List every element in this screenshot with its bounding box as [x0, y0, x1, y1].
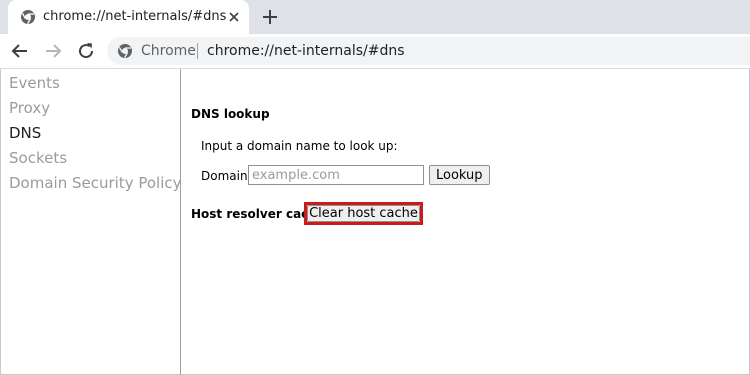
address-bar[interactable]: Chrome chrome://net-internals/#dns — [107, 37, 750, 65]
omnibox-divider — [197, 43, 198, 59]
sidebar: Events Proxy DNS Sockets Domain Security… — [0, 69, 182, 375]
domain-label: Domain: — [201, 169, 252, 183]
reload-icon[interactable] — [74, 39, 98, 63]
tab-active[interactable]: chrome://net-internals/#dns — [8, 0, 249, 34]
plus-icon[interactable] — [258, 5, 282, 29]
back-arrow-icon[interactable] — [8, 39, 32, 63]
dns-lookup-title: DNS lookup — [191, 107, 270, 121]
browser-toolbar: Chrome chrome://net-internals/#dns — [0, 34, 750, 69]
tab-strip: chrome://net-internals/#dns — [0, 0, 750, 34]
chrome-page-icon — [20, 9, 36, 25]
sidebar-item-dns[interactable]: DNS — [9, 124, 41, 142]
clear-host-cache-button[interactable]: Clear host cache — [307, 205, 420, 222]
sidebar-item-sockets[interactable]: Sockets — [9, 149, 67, 167]
sidebar-item-domain-security-policy[interactable]: Domain Security Policy — [9, 174, 182, 192]
site-name: Chrome — [141, 43, 196, 59]
lookup-button[interactable]: Lookup — [429, 165, 490, 185]
tab-title: chrome://net-internals/#dns — [43, 9, 227, 24]
chrome-logo-icon — [117, 43, 133, 59]
close-icon[interactable] — [226, 9, 242, 25]
domain-input[interactable] — [248, 165, 424, 185]
lookup-hint: Input a domain name to look up: — [201, 139, 398, 153]
main-content: DNS lookup Input a domain name to look u… — [181, 69, 750, 375]
sidebar-item-proxy[interactable]: Proxy — [9, 99, 50, 117]
url-text[interactable]: chrome://net-internals/#dns — [207, 43, 405, 59]
sidebar-item-events[interactable]: Events — [9, 74, 60, 92]
forward-arrow-icon[interactable] — [41, 39, 65, 63]
